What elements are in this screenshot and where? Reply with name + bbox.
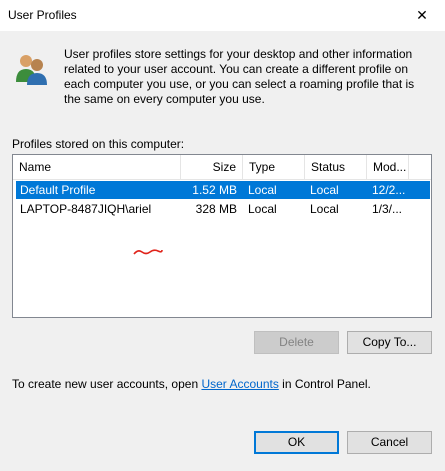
profile-type: Local — [248, 202, 277, 216]
profile-name: LAPTOP-8487JIQH\ariel — [20, 202, 152, 216]
profile-size: 1.52 MB — [192, 183, 237, 197]
profile-row[interactable]: LAPTOP-8487JIQH\ariel 328 MB Local Local… — [16, 200, 430, 218]
column-type[interactable]: Type — [243, 155, 305, 179]
close-icon: ✕ — [416, 7, 428, 23]
close-button[interactable]: ✕ — [399, 0, 445, 31]
window-title: User Profiles — [8, 8, 77, 22]
footer-text: To create new user accounts, open User A… — [12, 377, 371, 391]
column-name[interactable]: Name — [13, 155, 181, 179]
profile-status: Local — [310, 183, 339, 197]
dialog-body: User profiles store settings for your de… — [0, 31, 445, 471]
red-underline-annotation — [133, 249, 163, 255]
ok-button[interactable]: OK — [254, 431, 339, 454]
column-size[interactable]: Size — [181, 155, 243, 179]
profile-name: Default Profile — [20, 183, 96, 197]
profile-size: 328 MB — [195, 202, 237, 216]
footer-prefix: To create new user accounts, open — [12, 377, 202, 391]
profile-modified: 1/3/... — [372, 202, 403, 216]
delete-button[interactable]: Delete — [254, 331, 339, 354]
cancel-button[interactable]: Cancel — [347, 431, 432, 454]
profile-modified: 12/2... — [372, 183, 406, 197]
footer-suffix: in Control Panel. — [278, 377, 371, 391]
profiles-label: Profiles stored on this computer: — [12, 137, 185, 151]
column-modified[interactable]: Mod... — [367, 155, 409, 179]
title-bar: User Profiles ✕ — [0, 0, 445, 31]
intro-text: User profiles store settings for your de… — [64, 47, 415, 106]
copy-to-button[interactable]: Copy To... — [347, 331, 432, 354]
profiles-list[interactable]: Name Size Type Status Mod... Default Pro… — [12, 154, 432, 318]
users-icon — [16, 55, 47, 85]
profile-row[interactable]: Default Profile 1.52 MB Local Local 12/2… — [16, 181, 430, 199]
user-accounts-link[interactable]: User Accounts — [201, 377, 278, 391]
list-header: Name Size Type Status Mod... — [13, 155, 431, 180]
profile-type: Local — [248, 183, 277, 197]
profile-status: Local — [310, 202, 339, 216]
column-status[interactable]: Status — [305, 155, 367, 179]
